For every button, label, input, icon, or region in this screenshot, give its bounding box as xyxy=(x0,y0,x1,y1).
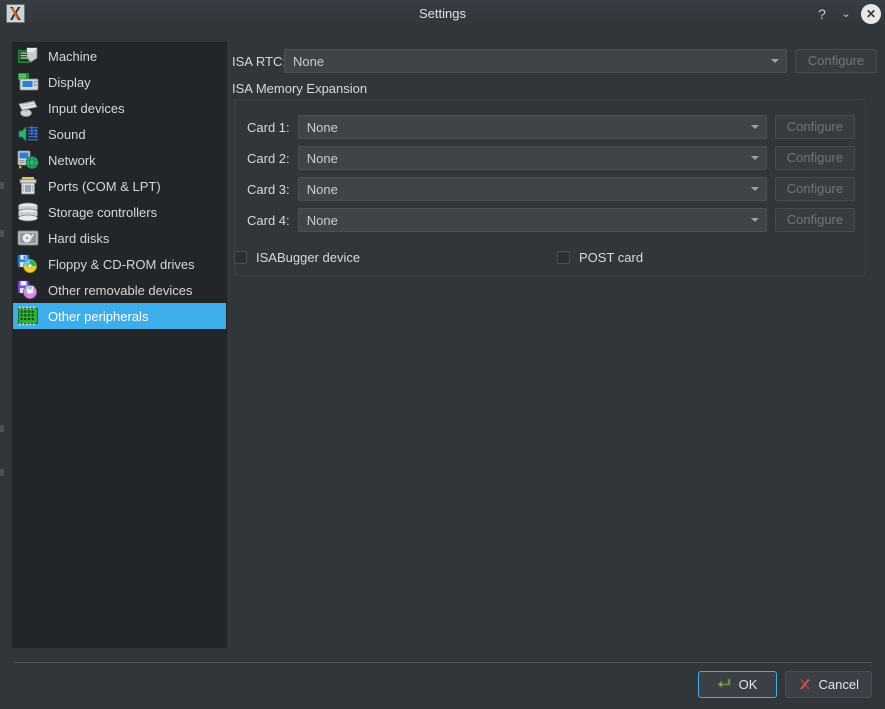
sidebar-item-network[interactable]: Network xyxy=(13,147,226,173)
isa-card-4-select[interactable]: None xyxy=(297,208,767,232)
sidebar-item-label: Ports (COM & LPT) xyxy=(48,178,161,194)
sidebar-item-other-removable[interactable]: Other removable devices xyxy=(13,277,226,303)
window-title: Settings xyxy=(419,6,466,21)
sidebar-item-label: Floppy & CD-ROM drives xyxy=(48,256,195,272)
sidebar-item-label: Network xyxy=(48,152,96,168)
isa-card-row: Card 3: None Configure xyxy=(247,177,855,201)
edge-tick xyxy=(0,469,4,476)
isa-card-label: Card 1: xyxy=(247,119,290,135)
isa-card-label: Card 4: xyxy=(247,212,290,228)
sidebar-item-label: Input devices xyxy=(48,100,125,116)
cancel-button-label: Cancel xyxy=(818,677,859,692)
isa-card-2-select[interactable]: None xyxy=(297,146,767,170)
isa-rtc-row: ISA RTC: None Configure xyxy=(232,48,877,74)
sidebar-item-label: Storage controllers xyxy=(48,204,158,220)
isa-rtc-label: ISA RTC: xyxy=(232,53,286,69)
cancel-button[interactable]: Cancel xyxy=(784,671,872,698)
isa-card-1-select[interactable]: None xyxy=(297,115,767,139)
post-card-label: POST card xyxy=(579,250,644,265)
window-left-edge xyxy=(0,27,6,709)
other-peripherals-panel: ISA RTC: None Configure ISA Memory Expan… xyxy=(232,42,877,648)
edge-tick xyxy=(0,425,4,432)
sidebar-item-label: Display xyxy=(48,74,91,90)
sidebar-item-storage-controllers[interactable]: Storage controllers xyxy=(13,199,226,225)
close-icon[interactable]: ✕ xyxy=(861,4,881,24)
chevron-down-icon xyxy=(744,116,766,138)
dialog-button-box: OK Cancel xyxy=(697,671,872,698)
edge-tick xyxy=(0,182,4,189)
isa-memory-expansion-title: ISA Memory Expansion xyxy=(232,81,368,96)
isa-card-row: Card 2: None Configure xyxy=(247,146,855,170)
sidebar-item-input-devices[interactable]: Input devices xyxy=(13,95,226,121)
footer-separator xyxy=(13,662,872,663)
sidebar-item-other-peripherals[interactable]: Other peripherals xyxy=(13,303,226,329)
other-peripherals-icon xyxy=(16,305,40,327)
settings-category-list[interactable]: Machine Display Input devices Sound Netw… xyxy=(12,42,227,648)
isa-card-3-value: None xyxy=(306,181,338,197)
sidebar-item-floppy-cdrom[interactable]: Floppy & CD-ROM drives xyxy=(13,251,226,277)
machine-icon xyxy=(16,45,40,67)
display-icon xyxy=(16,71,40,93)
ok-button[interactable]: OK xyxy=(697,671,777,698)
hard-disks-icon xyxy=(16,227,40,249)
isa-card-4-configure-button[interactable]: Configure xyxy=(774,208,855,232)
other-removable-icon xyxy=(16,279,40,301)
isa-rtc-configure-button[interactable]: Configure xyxy=(795,49,877,73)
isa-card-label: Card 3: xyxy=(247,181,290,197)
chevron-down-icon xyxy=(744,209,766,231)
input-devices-icon xyxy=(16,97,40,119)
isa-card-row: Card 1: None Configure xyxy=(247,115,855,139)
isa-card-2-value: None xyxy=(306,150,338,166)
sidebar-item-label: Other removable devices xyxy=(48,282,193,298)
help-button[interactable]: ? xyxy=(813,5,831,23)
floppy-cdrom-icon xyxy=(16,253,40,275)
isa-rtc-select[interactable]: None xyxy=(284,49,788,73)
sidebar-item-label: Machine xyxy=(48,48,98,64)
post-card-checkbox-row[interactable]: POST card xyxy=(557,250,643,265)
sidebar-item-label: Sound xyxy=(48,126,86,142)
chevron-down-icon xyxy=(744,147,766,169)
sidebar-item-ports[interactable]: Ports (COM & LPT) xyxy=(13,173,226,199)
isa-card-label: Card 2: xyxy=(247,150,290,166)
isa-card-1-configure-button[interactable]: Configure xyxy=(774,115,855,139)
sidebar-item-display[interactable]: Display xyxy=(13,69,226,95)
chevron-down-icon xyxy=(744,178,766,200)
title-bar: Settings ? ⌄ ✕ xyxy=(0,0,885,27)
ok-button-label: OK xyxy=(738,677,758,692)
edge-tick xyxy=(0,230,4,237)
settings-window: Settings ? ⌄ ✕ Machine Display Input dev… xyxy=(0,0,885,709)
isa-card-row: Card 4: None Configure xyxy=(247,208,855,232)
chevron-down-icon[interactable]: ⌄ xyxy=(837,5,855,23)
isabugger-device-checkbox[interactable] xyxy=(234,251,247,264)
isa-card-4-value: None xyxy=(306,212,338,228)
isa-rtc-value: None xyxy=(293,53,325,69)
post-card-checkbox[interactable] xyxy=(557,251,570,264)
sidebar-item-hard-disks[interactable]: Hard disks xyxy=(13,225,226,251)
isa-card-3-select[interactable]: None xyxy=(297,177,767,201)
red-x-icon xyxy=(798,678,812,692)
isabugger-device-checkbox-row[interactable]: ISABugger device xyxy=(234,250,360,265)
sidebar-item-machine[interactable]: Machine xyxy=(13,43,226,69)
sidebar-item-sound[interactable]: Sound xyxy=(13,121,226,147)
ports-icon xyxy=(16,175,40,197)
isa-card-2-configure-button[interactable]: Configure xyxy=(774,146,855,170)
isabugger-device-label: ISABugger device xyxy=(256,250,361,265)
network-icon xyxy=(16,149,40,171)
isa-card-3-configure-button[interactable]: Configure xyxy=(774,177,855,201)
isa-card-1-value: None xyxy=(306,119,338,135)
sidebar-item-label: Other peripherals xyxy=(48,308,149,324)
sidebar-item-label: Hard disks xyxy=(48,230,110,246)
storage-controllers-icon xyxy=(16,201,40,223)
chevron-down-icon xyxy=(764,50,786,72)
sound-icon xyxy=(16,123,40,145)
enter-arrow-icon xyxy=(717,678,732,692)
